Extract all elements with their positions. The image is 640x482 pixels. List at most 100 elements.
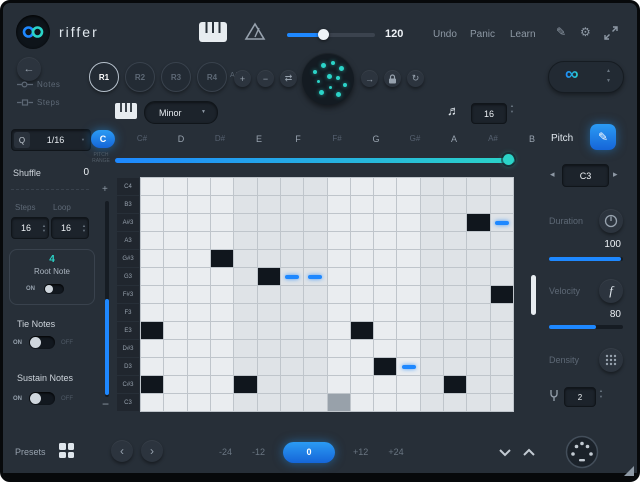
grid-cell[interactable] <box>374 376 396 393</box>
grid-cell[interactable] <box>397 196 419 213</box>
grid-cell[interactable] <box>444 322 466 339</box>
remove-note-button[interactable]: − <box>257 70 274 87</box>
metronome-button[interactable] <box>244 22 266 47</box>
grid-cell[interactable] <box>467 340 489 357</box>
grid-cell[interactable] <box>351 196 373 213</box>
grid-cell[interactable] <box>351 394 373 411</box>
swap-button[interactable]: ⇄ <box>280 70 297 87</box>
grid-cell[interactable] <box>351 358 373 375</box>
transpose-button-0[interactable]: 0 <box>283 442 335 463</box>
grid-cell[interactable] <box>234 268 256 285</box>
grid-cell[interactable] <box>188 178 210 195</box>
note-name-b[interactable]: B <box>520 130 544 148</box>
grid-cell[interactable] <box>234 196 256 213</box>
grid-cell[interactable] <box>164 232 186 249</box>
move-right-button[interactable]: → <box>361 70 378 87</box>
grid-cell[interactable] <box>234 340 256 357</box>
resize-handle[interactable] <box>624 466 634 476</box>
note-name-a[interactable]: A <box>442 130 466 148</box>
grid-cell[interactable] <box>444 340 466 357</box>
grid-cell[interactable] <box>281 286 303 303</box>
grid-cell[interactable] <box>421 376 443 393</box>
pitch-range-knob[interactable] <box>503 154 514 165</box>
grid-cell[interactable] <box>234 322 256 339</box>
step-down-icon[interactable]: ▼ <box>599 395 603 399</box>
step-count-box[interactable]: 2 <box>564 387 596 407</box>
grid-cell[interactable] <box>234 178 256 195</box>
grid-cell[interactable] <box>141 250 163 267</box>
velocity-marker[interactable] <box>402 365 416 369</box>
keyboard-button[interactable] <box>199 22 227 47</box>
grid-cell[interactable] <box>234 304 256 321</box>
grid-cell[interactable] <box>328 232 350 249</box>
grid-cell[interactable] <box>467 304 489 321</box>
grid-cell[interactable] <box>304 250 326 267</box>
grid-cell[interactable] <box>491 286 513 303</box>
steps-stepper[interactable]: 16 ▲ ▼ <box>11 217 49 239</box>
grid-cell[interactable] <box>444 394 466 411</box>
grid-cell[interactable] <box>211 376 233 393</box>
grid-cell[interactable] <box>304 394 326 411</box>
grid-cell[interactable] <box>164 322 186 339</box>
grid-cell[interactable] <box>397 232 419 249</box>
grid-cell[interactable] <box>164 286 186 303</box>
regenerate-button[interactable]: ↻ <box>407 70 424 87</box>
grid-cell[interactable] <box>444 268 466 285</box>
note-name-d[interactable]: D <box>169 130 193 148</box>
grid-cell[interactable] <box>351 322 373 339</box>
grid-cell[interactable] <box>491 214 513 231</box>
grid-cell[interactable] <box>234 394 256 411</box>
grid-cell[interactable] <box>164 376 186 393</box>
settings-gear-icon[interactable]: ⚙ <box>580 25 591 39</box>
grid-cell[interactable] <box>281 178 303 195</box>
grid-cell[interactable] <box>328 178 350 195</box>
transpose-button-minus24[interactable]: -24 <box>217 442 234 463</box>
grid-cell[interactable] <box>467 250 489 267</box>
grid-cell[interactable] <box>234 286 256 303</box>
grid-cell[interactable] <box>141 214 163 231</box>
grid-cell[interactable] <box>421 394 443 411</box>
grid-cell[interactable] <box>444 250 466 267</box>
grid-scrollbar[interactable] <box>531 275 536 315</box>
grid-cell[interactable] <box>491 178 513 195</box>
grid-cell[interactable] <box>211 340 233 357</box>
grid-cell[interactable] <box>351 286 373 303</box>
grid-cell[interactable] <box>258 250 280 267</box>
grid-cell[interactable] <box>467 178 489 195</box>
grid-cell[interactable] <box>234 376 256 393</box>
grid-cell[interactable] <box>467 268 489 285</box>
grid-cell[interactable] <box>188 322 210 339</box>
grid-cell[interactable] <box>421 286 443 303</box>
grid-cell[interactable] <box>397 286 419 303</box>
grid-cell[interactable] <box>304 322 326 339</box>
grid-cell[interactable] <box>188 196 210 213</box>
grid-cell[interactable] <box>164 250 186 267</box>
grid-cell[interactable] <box>211 196 233 213</box>
note-count-up-icon[interactable]: ▲ <box>510 104 514 108</box>
grid-cell[interactable] <box>328 358 350 375</box>
grid-cell[interactable] <box>421 250 443 267</box>
panic-button[interactable]: Panic <box>470 29 495 40</box>
grid-cell[interactable] <box>397 376 419 393</box>
grid-cell[interactable] <box>467 214 489 231</box>
grid-cell[interactable] <box>258 304 280 321</box>
grid-cell[interactable] <box>258 340 280 357</box>
collapse-up-button[interactable] <box>521 444 537 465</box>
fork-button[interactable] <box>549 389 559 407</box>
grid-cell[interactable] <box>141 268 163 285</box>
steps-up-icon[interactable]: ▲ <box>42 224 46 228</box>
density-button[interactable] <box>599 348 623 372</box>
prev-preset-button[interactable]: ‹ <box>111 440 133 462</box>
grid-cell[interactable] <box>351 178 373 195</box>
grid-cell[interactable] <box>467 232 489 249</box>
grid-cell[interactable] <box>141 322 163 339</box>
grid-cell[interactable] <box>491 196 513 213</box>
collapse-down-button[interactable] <box>497 444 513 465</box>
grid-cell[interactable] <box>188 376 210 393</box>
grid-cell[interactable] <box>304 268 326 285</box>
grid-cell[interactable] <box>491 394 513 411</box>
grid-cell[interactable] <box>421 340 443 357</box>
grid-cell[interactable] <box>328 340 350 357</box>
grid-cell[interactable] <box>374 340 396 357</box>
grid-cell[interactable] <box>164 196 186 213</box>
